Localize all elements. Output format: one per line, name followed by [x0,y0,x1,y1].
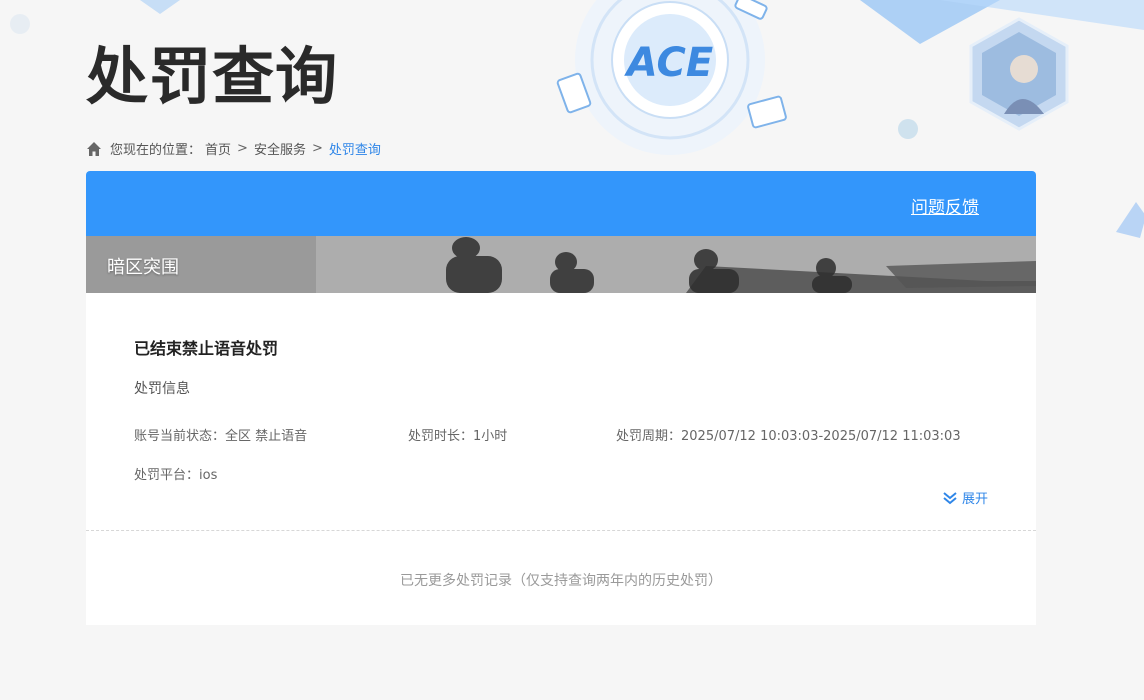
no-more-records: 已无更多处罚记录（仅支持查询两年内的历史处罚） [400,573,722,589]
breadcrumb-current: 处罚查询 [328,143,381,158]
penalty-card: 问题反馈 暗区突围 已结束禁止语音处罚 处罚信息 账号当前状态：全区 禁止语音 … [86,171,1036,625]
penalty-record: 已结束禁止语音处罚 处罚信息 账号当前状态：全区 禁止语音 处罚时长：1小时 处… [86,171,1036,531]
account-status: 账号当前状态：全区 禁止语音 [134,425,307,444]
penalty-period: 处罚周期：2025/07/12 10:03:03-2025/07/12 11:0… [616,425,961,444]
breadcrumb-security-services[interactable]: 安全服务 [254,139,306,158]
side-decoration [1116,202,1144,238]
penalty-platform-label: 处罚平台： [134,468,200,483]
expand-button[interactable]: 展开 [942,488,988,507]
penalty-duration-value: 1小时 [473,429,508,444]
account-status-value: 全区 禁止语音 [225,429,308,444]
breadcrumb-separator: > [311,141,323,156]
home-icon[interactable] [86,141,102,157]
record-title: 已结束禁止语音处罚 [134,339,279,358]
svg-text:ACE: ACE [624,40,713,86]
page-title: 处罚查询 [86,40,339,113]
penalty-platform-value: ios [199,468,218,483]
breadcrumb-home[interactable]: 首页 [205,139,231,158]
avatar [969,17,1069,131]
section-label: 处罚信息 [134,381,190,397]
expand-label: 展开 [961,492,988,507]
penalty-period-label: 处罚周期： [616,429,682,444]
breadcrumb-separator: > [237,141,248,156]
breadcrumb-prefix: 您现在的位置： [110,143,202,158]
penalty-platform: 处罚平台：ios [134,464,217,483]
breadcrumb: 您现在的位置： 首页 > 安全服务 > 处罚查询 [86,139,381,158]
account-status-label: 账号当前状态： [134,429,226,444]
penalty-duration: 处罚时长：1小时 [408,425,507,444]
ace-logo-icon: ACE [556,0,787,155]
double-chevron-down-icon [943,491,957,504]
penalty-duration-label: 处罚时长： [408,429,474,444]
penalty-period-value: 2025/07/12 10:03:03-2025/07/12 11:03:03 [681,429,961,444]
